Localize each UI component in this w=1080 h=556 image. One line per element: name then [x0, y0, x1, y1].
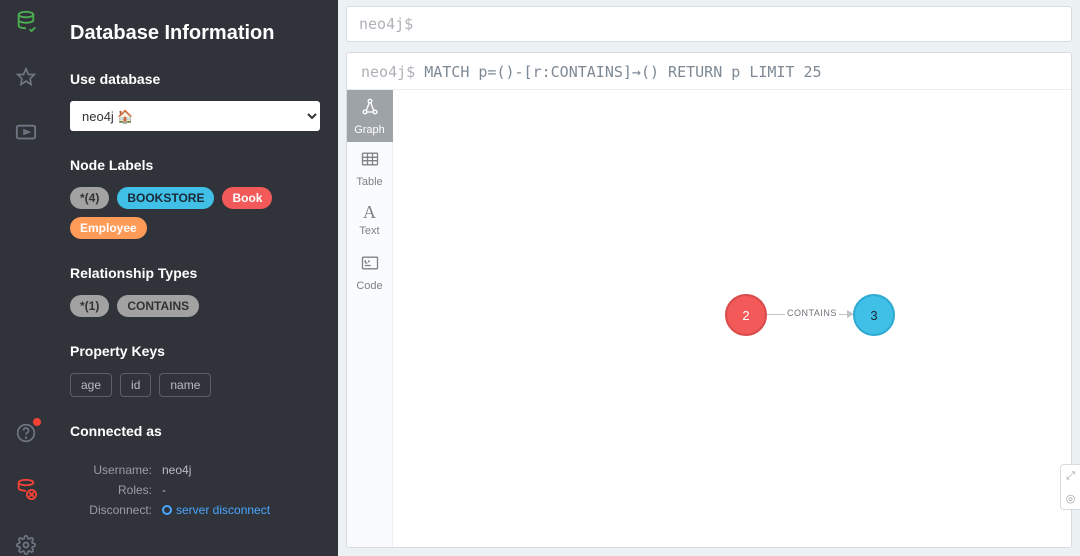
- database-icon[interactable]: [15, 10, 37, 32]
- gear-icon[interactable]: [15, 534, 37, 556]
- tab-graph-label: Graph: [354, 124, 385, 136]
- property-keys-group: Property Keys age id name: [70, 343, 320, 397]
- username-value: neo4j: [162, 463, 191, 477]
- node-label-chip[interactable]: BOOKSTORE: [117, 187, 214, 209]
- icon-rail: [0, 0, 52, 556]
- tab-text-label: Text: [359, 225, 379, 237]
- property-key[interactable]: id: [120, 373, 151, 397]
- relationship-types-group: Relationship Types *(1) CONTAINS: [70, 265, 320, 317]
- database-select[interactable]: neo4j 🏠: [70, 101, 320, 131]
- cypher-editor[interactable]: neo4j$: [346, 6, 1072, 42]
- connected-as-title: Connected as: [70, 423, 320, 439]
- disconnect-label: Disconnect:: [70, 503, 152, 517]
- sidebar-title: Database Information: [70, 22, 320, 45]
- graph-edge-label: CONTAINS: [785, 308, 839, 318]
- disconnect-icon[interactable]: [15, 478, 37, 500]
- result-card: neo4j$ MATCH p=()-[r:CONTAINS]→() RETURN…: [346, 52, 1072, 548]
- graph-canvas[interactable]: CONTAINS 2 3: [393, 90, 1071, 547]
- tab-table[interactable]: Table: [347, 142, 393, 194]
- server-disconnect-link[interactable]: server disconnect: [162, 503, 270, 517]
- star-icon[interactable]: [15, 66, 37, 88]
- property-key[interactable]: age: [70, 373, 112, 397]
- relationship-types-title: Relationship Types: [70, 265, 320, 281]
- rel-type-chip[interactable]: *(1): [70, 295, 109, 317]
- username-label: Username:: [70, 463, 152, 477]
- code-icon: [360, 253, 380, 276]
- sidebar: Database Information Use database neo4j …: [52, 0, 338, 556]
- target-icon: ◎: [1066, 492, 1076, 505]
- rel-type-chip[interactable]: CONTAINS: [117, 295, 199, 317]
- connected-as-group: Connected as Username: neo4j Roles:- Disc…: [70, 423, 320, 523]
- graph-node[interactable]: 3: [853, 294, 895, 336]
- roles-label: Roles:: [70, 483, 152, 497]
- tab-table-label: Table: [356, 176, 382, 188]
- node-label-chip[interactable]: Employee: [70, 217, 147, 239]
- result-query: MATCH p=()-[r:CONTAINS]→() RETURN p LIMI…: [424, 63, 821, 81]
- node-labels-group: Node Labels *(4) BOOKSTORE Book Employee: [70, 157, 320, 239]
- property-key[interactable]: name: [159, 373, 211, 397]
- canvas-side-toggle[interactable]: ⤢ ◎: [1060, 464, 1080, 510]
- node-label-chip[interactable]: *(4): [70, 187, 109, 209]
- tab-code[interactable]: Code: [347, 246, 393, 298]
- result-query-header: neo4j$ MATCH p=()-[r:CONTAINS]→() RETURN…: [347, 53, 1071, 90]
- tab-code-label: Code: [356, 280, 382, 292]
- table-icon: [360, 149, 380, 172]
- graph-icon: [360, 97, 380, 120]
- editor-prompt: neo4j$: [359, 15, 413, 33]
- node-label-chip[interactable]: Book: [222, 187, 272, 209]
- roles-value: -: [162, 483, 166, 497]
- node-labels-title: Node Labels: [70, 157, 320, 173]
- expand-icon: ⤢: [1066, 470, 1075, 483]
- use-database-label: Use database: [70, 71, 320, 87]
- viz-tabs: Graph Table A Text: [347, 90, 393, 547]
- result-prompt: neo4j$: [361, 63, 415, 81]
- graph-node[interactable]: 2: [725, 294, 767, 336]
- property-keys-title: Property Keys: [70, 343, 320, 359]
- help-icon[interactable]: [15, 422, 37, 444]
- play-icon[interactable]: [15, 122, 37, 144]
- use-database-group: Use database neo4j 🏠: [70, 71, 320, 131]
- text-icon: A: [363, 203, 376, 221]
- tab-graph[interactable]: Graph: [347, 90, 393, 142]
- main-area: neo4j$ neo4j$ MATCH p=()-[r:CONTAINS]→()…: [338, 0, 1080, 556]
- tab-text[interactable]: A Text: [347, 194, 393, 246]
